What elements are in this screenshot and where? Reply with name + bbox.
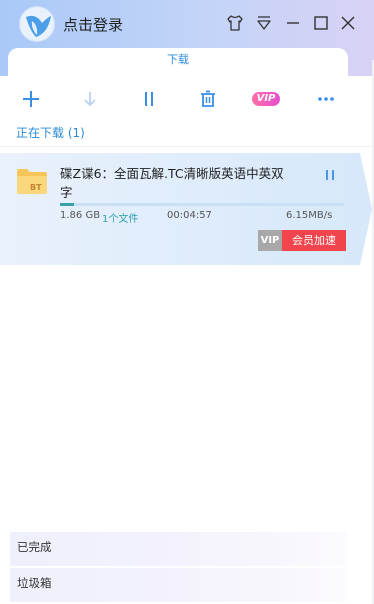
app-logo-icon[interactable] bbox=[19, 6, 55, 42]
divider bbox=[0, 146, 374, 147]
minimize-icon[interactable] bbox=[283, 13, 303, 33]
bt-badge: BT bbox=[30, 183, 42, 192]
pause-icon bbox=[326, 170, 334, 180]
tab-download[interactable]: 下载 bbox=[8, 48, 348, 76]
trash-section[interactable]: 垃圾箱 bbox=[10, 568, 346, 602]
maximize-icon[interactable] bbox=[311, 13, 331, 33]
download-item[interactable]: BT 碟Z谍6：全面瓦解.TC清晰版英语中英双字 1.86 GB 1个文件 00… bbox=[0, 153, 374, 265]
progress-fill bbox=[60, 203, 75, 206]
plus-icon bbox=[23, 91, 39, 107]
more-icon bbox=[318, 97, 334, 101]
more-button[interactable] bbox=[309, 82, 343, 116]
trash-icon bbox=[201, 90, 215, 107]
vip-button[interactable]: VIP bbox=[249, 82, 283, 116]
close-icon[interactable] bbox=[338, 13, 358, 33]
completed-section[interactable]: 已完成 bbox=[10, 532, 346, 566]
title-bar: 点击登录 bbox=[0, 0, 374, 48]
file-size: 1.86 GB bbox=[60, 210, 101, 221]
skin-shirt-icon[interactable] bbox=[225, 13, 245, 33]
tab-bar: 下载 bbox=[0, 48, 374, 76]
item-pause-button[interactable] bbox=[322, 167, 338, 183]
download-icon bbox=[84, 92, 96, 107]
pause-all-button[interactable] bbox=[132, 82, 166, 116]
add-task-button[interactable] bbox=[14, 82, 48, 116]
vip-icon: VIP bbox=[251, 92, 281, 106]
progress-bar bbox=[60, 203, 344, 206]
vip-badge: VIP bbox=[258, 230, 282, 251]
vip-accelerate-button[interactable]: 会员加速 bbox=[282, 230, 346, 251]
download-speed: 6.15MB/s bbox=[286, 210, 333, 221]
menu-dropdown-icon[interactable] bbox=[254, 13, 274, 33]
login-link[interactable]: 点击登录 bbox=[63, 14, 123, 35]
toolbar: VIP bbox=[0, 76, 374, 120]
downloading-section-title[interactable]: 正在下载 (1) bbox=[16, 124, 85, 141]
elapsed-time: 00:04:57 bbox=[167, 210, 212, 221]
start-download-button[interactable] bbox=[73, 82, 107, 116]
file-count-link[interactable]: 1个文件 bbox=[102, 210, 138, 225]
file-name: 碟Z谍6：全面瓦解.TC清晰版英语中英双字 bbox=[60, 166, 284, 200]
pause-icon bbox=[145, 92, 153, 106]
delete-button[interactable] bbox=[191, 82, 225, 116]
